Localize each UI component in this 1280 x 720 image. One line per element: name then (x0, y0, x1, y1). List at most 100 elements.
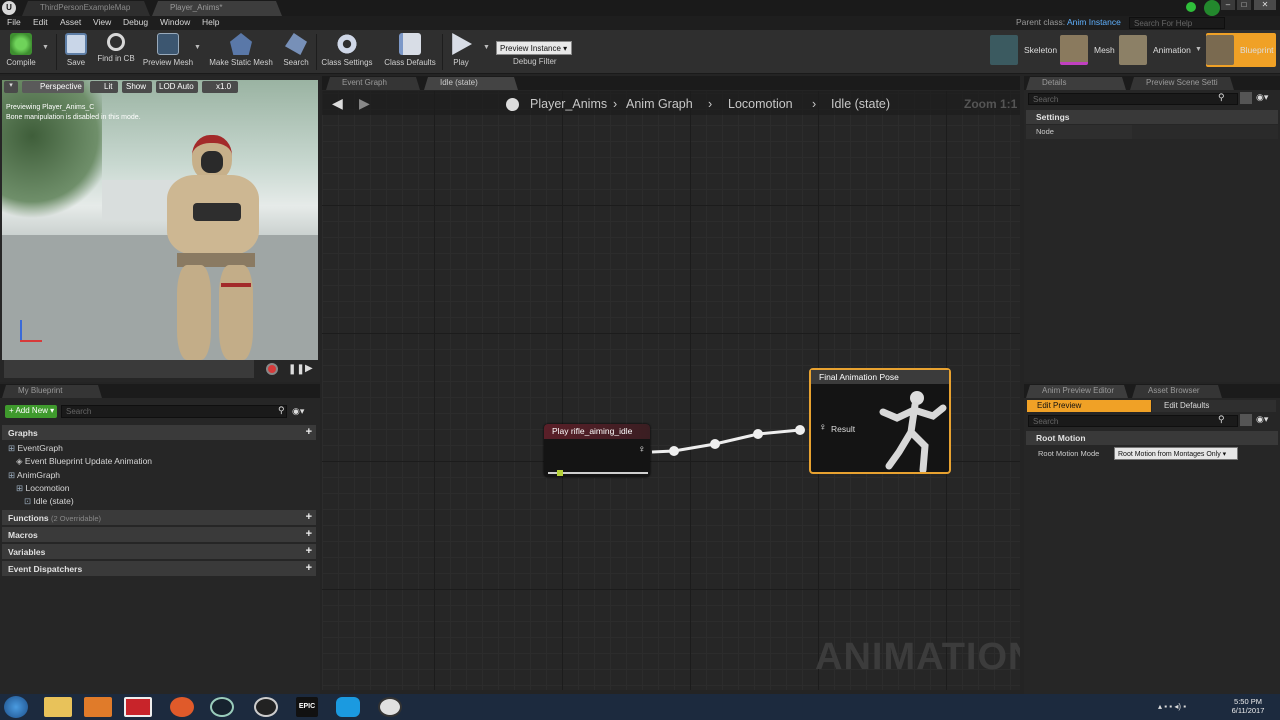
graphs-section-header[interactable]: Graphs + (2, 425, 316, 440)
dispatchers-section-header[interactable]: Event Dispatchers + (2, 561, 316, 576)
parent-class-link[interactable]: Anim Instance (1067, 17, 1121, 27)
eye-icon[interactable]: ◉▾ (1256, 414, 1268, 425)
compile-options-arrow-icon[interactable]: ▼ (42, 44, 49, 51)
anim-preview-search-input[interactable]: Search (1028, 415, 1238, 427)
tree-item-locomotion[interactable]: ⊞ Locomotion (16, 483, 69, 494)
root-motion-mode-select[interactable]: Root Motion from Montages Only ▾ (1114, 447, 1238, 460)
macros-section-header[interactable]: Macros + (2, 527, 316, 542)
node-property-row[interactable]: Node (1026, 125, 1278, 139)
play-forward-icon[interactable]: ▶ (305, 363, 313, 374)
my-blueprint-tab[interactable]: My Blueprint (2, 385, 102, 398)
class-defaults-label: Class Defaults (384, 58, 436, 67)
property-matrix-icon[interactable] (1240, 92, 1252, 104)
final-animation-pose-node[interactable]: Final Animation Pose ♀ Result (809, 368, 951, 474)
media-player-icon[interactable] (84, 697, 112, 717)
eye-icon[interactable]: ◉▾ (1256, 92, 1268, 103)
add-new-button[interactable]: + Add New ▾ (5, 405, 57, 418)
add-graph-button[interactable]: + (306, 426, 312, 438)
find-in-cb-button[interactable]: Find in CB (96, 32, 136, 72)
pause-icon[interactable]: ❚❚ (288, 364, 305, 375)
mode-mesh-button[interactable]: Mesh (1060, 33, 1120, 67)
settings-section-header[interactable]: Settings (1026, 110, 1278, 124)
skype-icon[interactable] (336, 697, 360, 717)
menu-file[interactable]: File (7, 17, 21, 27)
character-rifle (193, 203, 241, 221)
menu-window[interactable]: Window (160, 17, 190, 27)
menu-help[interactable]: Help (202, 17, 219, 27)
variables-section-header[interactable]: Variables + (2, 544, 316, 559)
epic-launcher-icon[interactable]: EPIC (296, 697, 318, 717)
record-icon[interactable] (266, 363, 278, 375)
tray-icons[interactable]: ▴ ▪ ▪ ◂) ▪ (1158, 702, 1186, 711)
start-button-icon[interactable] (4, 696, 28, 718)
play-button[interactable]: Play (446, 32, 476, 72)
clock[interactable]: 5:50 PM 6/11/2017 (1226, 697, 1270, 715)
close-button[interactable]: ✕ (1254, 0, 1276, 10)
mode-animation-button[interactable]: Animation (1119, 33, 1203, 67)
save-button[interactable]: Save (60, 32, 92, 72)
property-matrix-icon[interactable] (1240, 414, 1252, 426)
anim-preview-editor-tab[interactable]: Anim Preview Editor (1026, 385, 1128, 398)
pose-output-pin-icon[interactable]: ♀ (638, 444, 646, 455)
menu-view[interactable]: View (93, 17, 111, 27)
menu-edit[interactable]: Edit (33, 17, 48, 27)
tab-player-anims[interactable]: Player_Anims* (152, 1, 282, 16)
tree-item-update-animation[interactable]: ◈ Event Blueprint Update Animation (16, 456, 152, 467)
compile-button[interactable]: Compile (4, 32, 38, 72)
viewport-options-button[interactable]: ▾ (4, 81, 18, 93)
asset-browser-tab[interactable]: Asset Browser (1132, 385, 1222, 398)
source-control-icon[interactable] (1186, 2, 1196, 12)
tree-item-animgraph[interactable]: ⊞ AnimGraph (8, 470, 60, 481)
result-input-pin-icon[interactable]: ♀ (819, 422, 827, 433)
viewport-scene[interactable]: Previewing Player_Anims_C Bone manipulat… (2, 80, 318, 360)
vivaldi-icon[interactable] (124, 697, 152, 717)
search-button[interactable]: Search (281, 32, 311, 72)
add-function-button[interactable]: + (306, 511, 312, 523)
root-motion-section-header[interactable]: Root Motion (1026, 431, 1278, 445)
details-tab[interactable]: Details (1026, 77, 1126, 90)
class-settings-button[interactable]: Class Settings (319, 32, 375, 72)
minimize-button[interactable]: – (1221, 0, 1235, 10)
tree-item-idle-state[interactable]: ⊡ Idle (state) (24, 496, 74, 507)
tree-item-eventgraph[interactable]: ⊞ EventGraph (8, 443, 63, 454)
details-search-input[interactable]: Search (1028, 93, 1238, 105)
edit-defaults-tab[interactable]: Edit Defaults (1152, 400, 1276, 412)
show-button[interactable]: Show (122, 81, 152, 93)
mode-skeleton-button[interactable]: Skeleton (990, 33, 1060, 67)
graph-canvas[interactable]: ◀ ▶ Player_Anims › Anim Graph › Locomoti… (322, 91, 1020, 690)
tab-event-graph[interactable]: Event Graph (326, 77, 420, 90)
preview-scene-tab[interactable]: Preview Scene Setti (1130, 77, 1234, 90)
add-variable-button[interactable]: + (306, 545, 312, 557)
menu-debug[interactable]: Debug (123, 17, 148, 27)
maximize-button[interactable]: □ (1237, 0, 1251, 10)
play-animation-node[interactable]: Play rifle_aiming_idle ♀ (544, 424, 650, 477)
play-options-arrow-icon[interactable]: ▼ (483, 44, 490, 51)
tab-map[interactable]: ThirdPersonExampleMap (22, 1, 150, 16)
file-explorer-icon[interactable] (44, 697, 72, 717)
unreal-editor-icon[interactable] (378, 697, 402, 717)
make-static-mesh-button[interactable]: Make Static Mesh (207, 32, 275, 72)
obs-icon[interactable] (254, 697, 278, 717)
debug-object-select[interactable]: Preview Instance ▾ (496, 41, 572, 55)
eye-icon[interactable]: ◉▾ (292, 406, 304, 417)
timeline-scrubber[interactable] (4, 360, 254, 378)
add-macro-button[interactable]: + (306, 528, 312, 540)
class-defaults-button[interactable]: Class Defaults (381, 32, 439, 72)
perspective-button[interactable]: Perspective (22, 81, 84, 93)
lod-auto-button[interactable]: LOD Auto (156, 81, 198, 93)
tab-idle-state[interactable]: Idle (state) (424, 77, 518, 90)
speed-button[interactable]: x1.0 (202, 81, 238, 93)
preview-mesh-button[interactable]: Preview Mesh (141, 32, 195, 72)
add-dispatcher-button[interactable]: + (306, 562, 312, 574)
steam-icon[interactable] (210, 697, 234, 717)
menu-asset[interactable]: Asset (60, 17, 81, 27)
lit-button[interactable]: Lit (90, 81, 118, 93)
functions-section-header[interactable]: Functions (2 Overridable) + (2, 510, 316, 525)
browser-icon[interactable] (170, 697, 194, 717)
help-search-input[interactable]: Search For Help (1129, 17, 1225, 29)
animation-arrow-icon[interactable]: ▼ (1195, 46, 1202, 53)
preview-mesh-arrow-icon[interactable]: ▼ (194, 44, 201, 51)
edit-preview-tab[interactable]: Edit Preview (1027, 400, 1151, 412)
my-blueprint-search-input[interactable]: Search (61, 405, 287, 418)
mode-blueprint-button[interactable]: Blueprint (1206, 33, 1276, 67)
